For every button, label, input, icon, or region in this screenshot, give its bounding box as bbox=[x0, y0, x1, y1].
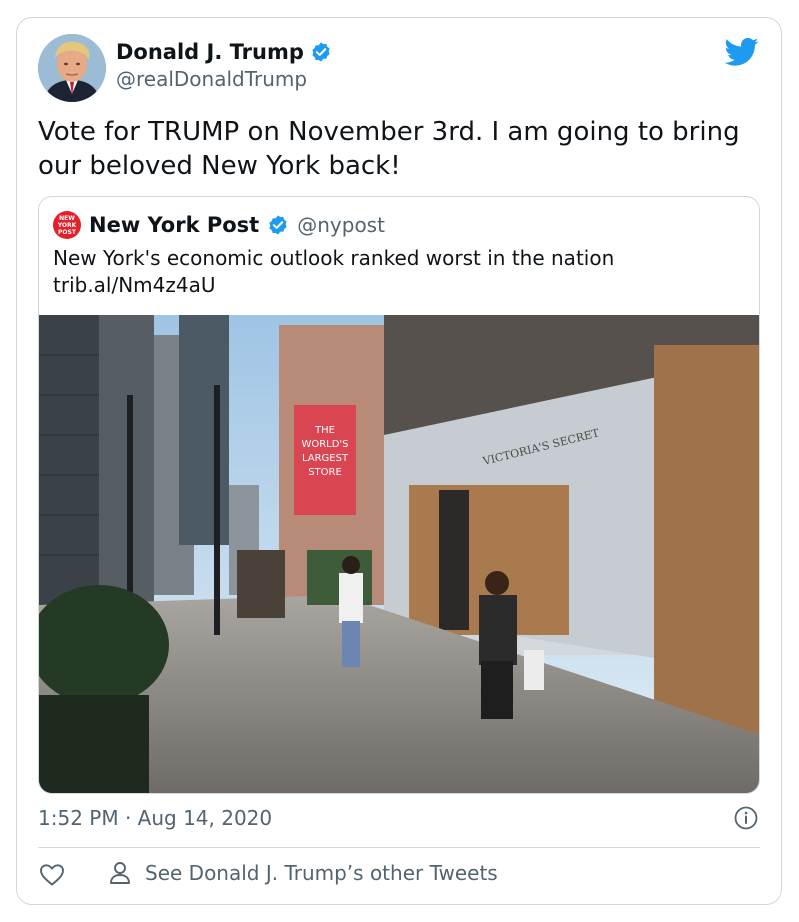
tweet-card: Donald J. Trump @realDonaldTrump Vote fo… bbox=[16, 17, 782, 905]
sign-text: THE bbox=[314, 425, 335, 436]
logo-text-line: NEW bbox=[59, 214, 75, 222]
quoted-tweet-text: New York's economic outlook ranked worst… bbox=[53, 245, 743, 299]
verified-badge-icon bbox=[267, 214, 289, 236]
nypost-logo-avatar[interactable]: NEW YORK POST bbox=[53, 211, 81, 239]
divider bbox=[38, 847, 760, 848]
sign-text: LARGEST bbox=[302, 453, 349, 464]
street-photo[interactable]: THE WORLD'S LARGEST STORE VICTORIA'S SEC… bbox=[39, 315, 760, 794]
logo-text-line: YORK bbox=[57, 221, 77, 229]
heart-icon[interactable] bbox=[39, 863, 65, 887]
logo-text-line: POST bbox=[58, 228, 76, 236]
twitter-bird-icon[interactable] bbox=[724, 37, 759, 67]
author-handle[interactable]: @realDonaldTrump bbox=[116, 67, 307, 91]
author-avatar[interactable] bbox=[38, 34, 106, 102]
author-name[interactable]: Donald J. Trump bbox=[116, 40, 304, 64]
person-icon bbox=[109, 861, 131, 885]
quoted-link[interactable]: trib.al/Nm4z4aU bbox=[53, 272, 743, 299]
tweet-text: Vote for TRUMP on November 3rd. I am goi… bbox=[38, 117, 740, 181]
quoted-author-handle[interactable]: @nypost bbox=[297, 213, 385, 237]
quoted-author-name[interactable]: New York Post bbox=[89, 213, 259, 237]
quoted-tweet[interactable]: NEW YORK POST New York Post @nypost New … bbox=[38, 196, 760, 794]
sign-text: STORE bbox=[308, 467, 342, 478]
tweet-timestamp[interactable]: 1:52 PM · Aug 14, 2020 bbox=[38, 806, 272, 830]
author-name-row[interactable]: Donald J. Trump bbox=[116, 40, 332, 64]
sign-text: WORLD'S bbox=[301, 439, 348, 450]
info-icon[interactable] bbox=[734, 806, 758, 830]
quoted-text-line: New York's economic outlook ranked worst… bbox=[53, 246, 615, 270]
quoted-tweet-header[interactable]: NEW YORK POST New York Post @nypost bbox=[53, 211, 385, 239]
see-other-tweets-label[interactable]: See Donald J. Trump’s other Tweets bbox=[145, 861, 498, 885]
see-other-tweets-link[interactable]: See Donald J. Trump’s other Tweets bbox=[109, 861, 498, 885]
verified-badge-icon bbox=[310, 41, 332, 63]
